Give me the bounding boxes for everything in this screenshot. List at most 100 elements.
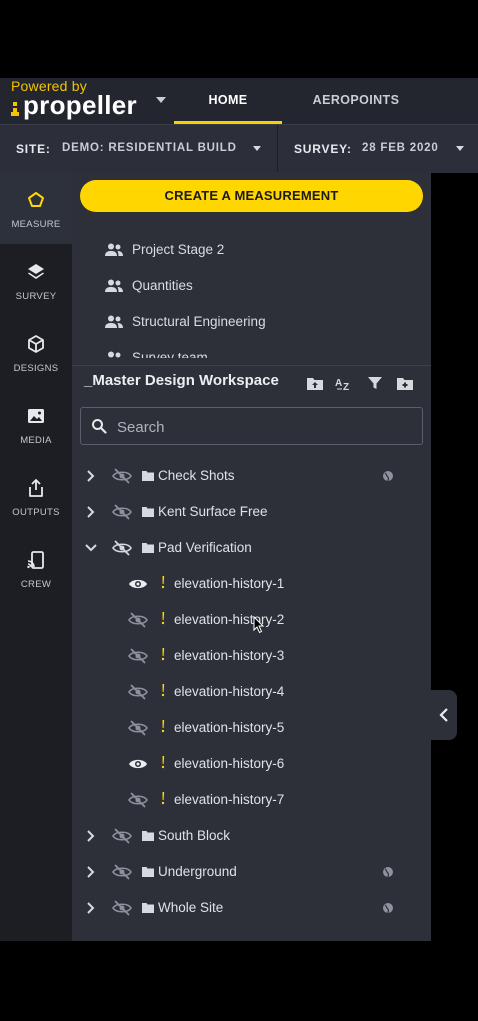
tree-item-elevation-history-5[interactable]: elevation-history-5 bbox=[72, 710, 431, 746]
tree-item-elevation-history-2[interactable]: elevation-history-2 bbox=[72, 602, 431, 638]
tree-folder-check-shots[interactable]: Check Shots bbox=[72, 458, 431, 494]
team-label: Quantities bbox=[132, 278, 193, 293]
eye-icon[interactable] bbox=[128, 756, 148, 772]
eye-off-icon[interactable] bbox=[128, 612, 148, 628]
folder-upload-icon[interactable] bbox=[306, 375, 324, 391]
tab-aeropoints[interactable]: AEROPOINTS bbox=[300, 78, 412, 124]
rail-label-designs: DESIGNS bbox=[13, 363, 59, 374]
rail-item-survey[interactable]: SURVEY bbox=[0, 244, 72, 316]
create-measurement-button[interactable]: CREATE A MEASUREMENT bbox=[80, 180, 423, 212]
left-rail: MEASURE SURVEY DESIGNS MEDIA OUTPUTS CRE… bbox=[0, 172, 72, 941]
team-label: Survey team bbox=[132, 350, 208, 358]
rail-item-outputs[interactable]: OUTPUTS bbox=[0, 460, 72, 532]
site-label: SITE: bbox=[16, 142, 51, 156]
folder-name: Pad Verification bbox=[158, 540, 252, 555]
warning-icon bbox=[161, 648, 165, 661]
group-icon bbox=[108, 351, 121, 358]
group-icon bbox=[105, 279, 123, 292]
mouse-cursor-icon bbox=[253, 616, 265, 634]
workspace-title: _Master Design Workspace bbox=[84, 372, 279, 389]
chevron-left-icon bbox=[439, 708, 448, 722]
image-icon bbox=[28, 409, 44, 423]
rail-item-measure[interactable]: MEASURE bbox=[0, 172, 72, 244]
warning-icon bbox=[161, 720, 165, 733]
group-icon bbox=[105, 315, 123, 328]
eye-off-icon[interactable] bbox=[112, 504, 132, 520]
tree-item-elevation-history-1[interactable]: elevation-history-1 bbox=[72, 566, 431, 602]
folder-name: Check Shots bbox=[158, 468, 235, 483]
tree-folder-pad-verification[interactable]: Pad Verification bbox=[72, 530, 431, 566]
eye-off-icon[interactable] bbox=[112, 828, 132, 844]
item-name: elevation-history-6 bbox=[174, 756, 285, 771]
site-select[interactable]: DEMO: RESIDENTIAL BUILD bbox=[62, 125, 237, 171]
survey-select[interactable]: 28 FEB 2020 bbox=[362, 125, 439, 171]
eye-off-icon[interactable] bbox=[112, 468, 132, 484]
chevron-right-icon[interactable] bbox=[84, 901, 96, 915]
folder-icon bbox=[142, 471, 154, 481]
brand-logo[interactable]: Powered by propeller bbox=[11, 78, 151, 124]
eye-off-icon[interactable] bbox=[112, 864, 132, 880]
tree-item-elevation-history-6[interactable]: elevation-history-6 bbox=[72, 746, 431, 782]
eye-off-icon[interactable] bbox=[128, 648, 148, 664]
item-name: elevation-history-7 bbox=[174, 792, 285, 807]
divider bbox=[72, 365, 431, 366]
site-chevron-down-icon[interactable] bbox=[253, 146, 261, 151]
search-box[interactable] bbox=[80, 407, 423, 445]
cast-icon bbox=[27, 551, 44, 569]
svg-text:A: A bbox=[335, 378, 342, 389]
filter-icon[interactable] bbox=[367, 375, 383, 391]
folder-icon bbox=[142, 831, 154, 841]
rail-label-crew: CREW bbox=[20, 579, 52, 590]
folder-name: Whole Site bbox=[158, 900, 224, 915]
sort-az-icon[interactable]: AZ bbox=[335, 375, 355, 391]
tree-item-elevation-history-4[interactable]: elevation-history-4 bbox=[72, 674, 431, 710]
tree-item-elevation-history-7[interactable]: elevation-history-7 bbox=[72, 782, 431, 818]
folder-icon bbox=[142, 903, 154, 913]
warning-icon bbox=[161, 684, 165, 697]
chevron-right-icon[interactable] bbox=[84, 505, 96, 519]
folder-name: South Block bbox=[158, 828, 231, 843]
item-name: elevation-history-3 bbox=[174, 648, 285, 663]
logo-mark-icon bbox=[11, 99, 21, 117]
eye-icon[interactable] bbox=[128, 576, 148, 592]
rail-item-designs[interactable]: DESIGNS bbox=[0, 316, 72, 388]
chevron-right-icon[interactable] bbox=[84, 469, 96, 483]
warning-icon bbox=[161, 576, 165, 589]
chevron-right-icon[interactable] bbox=[84, 829, 96, 843]
eye-off-icon[interactable] bbox=[128, 684, 148, 700]
folder-icon bbox=[142, 867, 154, 877]
tree-item-elevation-history-3[interactable]: elevation-history-3 bbox=[72, 638, 431, 674]
brand-menu-caret-icon[interactable] bbox=[156, 97, 166, 103]
tree-folder-underground[interactable]: Underground bbox=[72, 854, 431, 890]
chevron-right-icon[interactable] bbox=[84, 865, 96, 879]
chevron-down-icon[interactable] bbox=[84, 541, 98, 555]
tab-home[interactable]: HOME bbox=[174, 78, 282, 124]
survey-chevron-down-icon[interactable] bbox=[456, 146, 464, 151]
folder-icon bbox=[142, 543, 154, 553]
tree-folder-south-block[interactable]: South Block bbox=[72, 818, 431, 854]
folder-icon bbox=[142, 507, 154, 517]
warning-icon bbox=[161, 612, 165, 625]
tree-folder-whole-site[interactable]: Whole Site bbox=[72, 890, 431, 926]
search-icon bbox=[92, 419, 107, 434]
survey-label: SURVEY: bbox=[294, 142, 352, 156]
group-icon bbox=[105, 243, 123, 256]
item-name: elevation-history-2 bbox=[174, 612, 285, 627]
svg-text:Z: Z bbox=[343, 382, 349, 391]
eye-off-icon[interactable] bbox=[128, 792, 148, 808]
globe-icon bbox=[383, 903, 393, 914]
rail-item-crew[interactable]: CREW bbox=[0, 532, 72, 604]
eye-off-icon[interactable] bbox=[112, 540, 132, 556]
eye-off-icon[interactable] bbox=[112, 900, 132, 916]
rail-item-media[interactable]: MEDIA bbox=[0, 388, 72, 460]
collapse-panel-button[interactable] bbox=[431, 690, 457, 740]
tree-folder-kent-surface-free[interactable]: Kent Surface Free bbox=[72, 494, 431, 530]
divider bbox=[277, 125, 278, 173]
new-folder-icon[interactable] bbox=[396, 375, 414, 391]
eye-off-icon[interactable] bbox=[128, 720, 148, 736]
folder-name: Kent Surface Free bbox=[158, 504, 268, 519]
folder-name: Underground bbox=[158, 864, 237, 879]
rail-label-measure: MEASURE bbox=[11, 219, 61, 230]
item-name: elevation-history-1 bbox=[174, 576, 285, 591]
search-input[interactable] bbox=[115, 416, 409, 438]
